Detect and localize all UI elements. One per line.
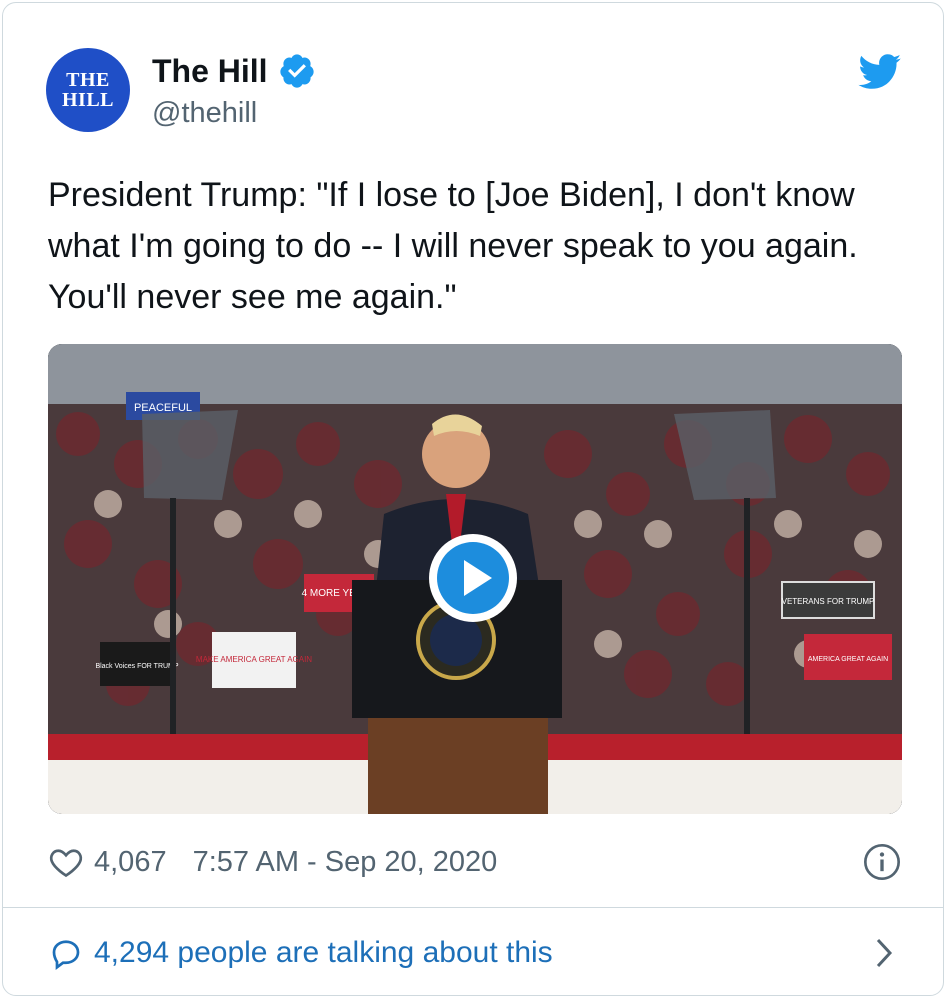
display-name[interactable]: The Hill [152,53,268,90]
sign-maga: MAKE AMERICA GREAT AGAIN [196,655,312,664]
tweet-text: President Trump: "If I lose to [Joe Bide… [48,176,858,316]
heart-icon[interactable] [48,844,84,880]
name-row: The Hill [152,52,316,90]
divider [2,907,944,908]
avatar[interactable]: THE HILL [46,48,130,132]
chevron-right-icon[interactable] [872,936,896,970]
info-icon[interactable] [862,842,902,882]
talking-about-link[interactable]: 4,294 people are talking about this [48,928,902,978]
timestamp[interactable]: 7:57 AM - Sep 20, 2020 [193,846,498,879]
tweet-meta-row: 4,067 7:57 AM - Sep 20, 2020 [48,840,902,884]
play-icon[interactable] [426,531,520,625]
sign-peaceful: PEACEFUL [134,402,192,414]
like-count[interactable]: 4,067 [94,846,167,879]
avatar-text-line2: HILL [61,89,115,111]
sign-black-voices: Black Voices FOR TRUMP [95,663,178,670]
avatar-text-line1: THE [66,69,110,91]
verified-badge-icon [279,54,314,88]
talking-about-text: 4,294 people are talking about this [94,936,553,969]
twitter-bird-icon[interactable] [858,54,902,90]
reply-bubble-icon [52,940,80,970]
handle[interactable]: @thehill [152,97,257,130]
sign-veterans: VETERANS FOR TRUMP [782,597,875,606]
sign-america-great: AMERICA GREAT AGAIN [808,656,888,663]
